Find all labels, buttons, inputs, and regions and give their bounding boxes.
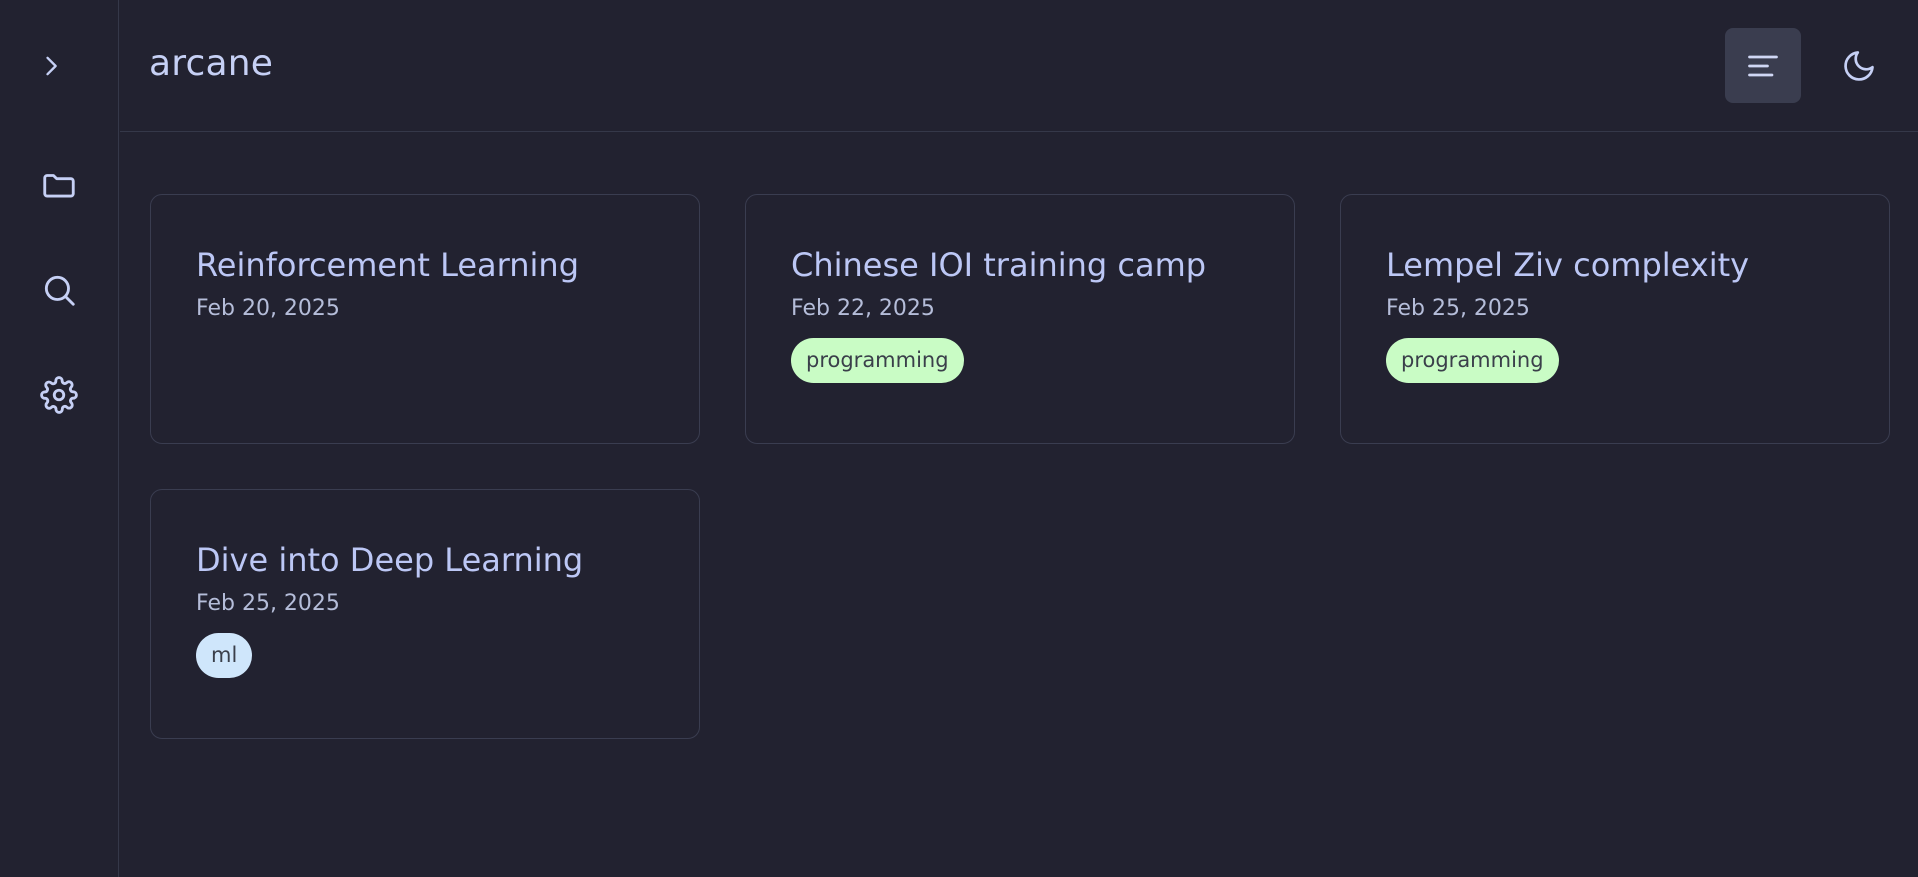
app-title[interactable]: arcane [149,42,273,86]
note-card[interactable]: Chinese IOI training camp Feb 22, 2025 p… [745,194,1295,444]
note-title[interactable]: Chinese IOI training camp [791,245,1206,285]
app-root: arcane Reinforcement Learning Feb 20, 20… [0,0,1918,877]
sidebar-item-search[interactable] [39,270,79,310]
tag-badge[interactable]: programming [791,338,964,383]
chevron-right-icon [46,56,57,76]
menu-lines-icon [1748,55,1778,76]
sidebar-item-files[interactable] [39,165,79,205]
expand-sidebar-button[interactable] [31,46,71,86]
sidebar-item-settings[interactable] [39,375,79,415]
note-date: Feb 22, 2025 [791,296,935,321]
sidebar [0,0,119,877]
note-card[interactable]: Reinforcement Learning Feb 20, 2025 [150,194,700,444]
tag-badge[interactable]: ml [196,633,253,678]
gear-icon [40,376,78,414]
top-header: arcane [120,0,1918,132]
note-date: Feb 25, 2025 [196,591,340,616]
note-card[interactable]: Dive into Deep Learning Feb 25, 2025 ml [150,489,700,739]
note-title[interactable]: Reinforcement Learning [196,245,579,285]
note-title[interactable]: Dive into Deep Learning [196,540,583,580]
note-date: Feb 20, 2025 [196,296,340,321]
note-card[interactable]: Lempel Ziv complexity Feb 25, 2025 progr… [1340,194,1890,444]
moon-icon [1844,51,1874,81]
folder-icon [43,174,75,198]
tag-badge[interactable]: programming [1386,338,1559,383]
theme-toggle-button[interactable] [1827,34,1891,98]
note-date: Feb 25, 2025 [1386,296,1530,321]
search-icon [44,275,75,306]
toc-toggle-button[interactable] [1725,28,1801,103]
note-title[interactable]: Lempel Ziv complexity [1386,245,1749,285]
